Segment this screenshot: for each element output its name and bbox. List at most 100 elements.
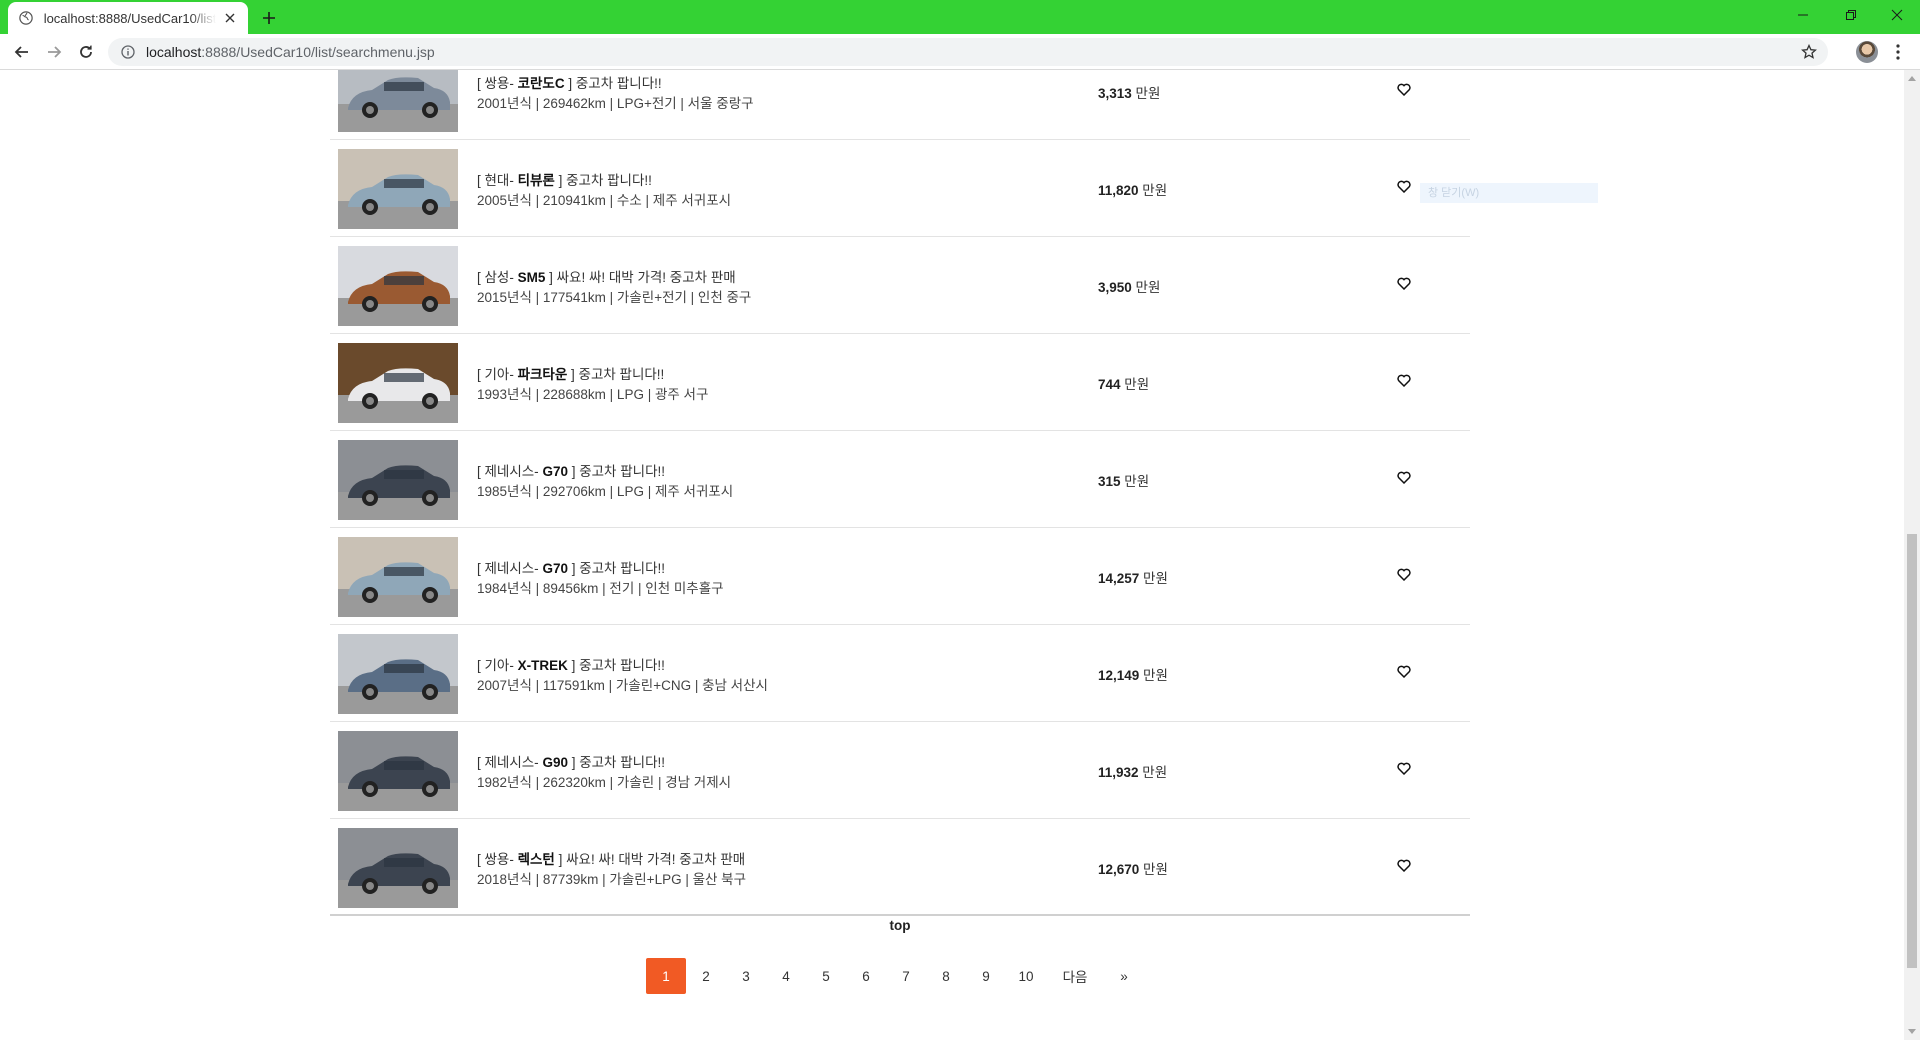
car-brand: [ 제네시스- xyxy=(477,464,543,479)
car-title-suffix: ] 싸요! 싸! 대박 가격! 중고차 판매 xyxy=(545,270,736,285)
car-title[interactable]: [ 제네시스- G90 ] 중고차 팝니다!! xyxy=(477,753,731,773)
car-brand: [ 삼성- xyxy=(477,270,518,285)
car-spec: 2005년식 | 210941km | 수소 | 제주 서귀포시 xyxy=(477,193,732,208)
car-thumbnail[interactable] xyxy=(338,70,458,132)
top-link[interactable]: top xyxy=(875,918,925,933)
car-info: [ 제네시스- G70 ] 중고차 팝니다!! 1984년식 | 89456km … xyxy=(477,559,724,599)
restore-window-button[interactable] xyxy=(1828,0,1874,30)
car-row[interactable]: [ 기아- 파크타운 ] 중고차 팝니다!! 1993년식 | 228688km … xyxy=(330,335,1470,431)
heart-icon[interactable] xyxy=(1396,372,1412,388)
page-link-8[interactable]: 8 xyxy=(926,958,966,994)
car-row[interactable]: [ 기아- X-TREK ] 중고차 팝니다!! 2007년식 | 117591k… xyxy=(330,626,1470,722)
browser-menu-icon[interactable] xyxy=(1890,40,1906,64)
scroll-down-arrow-icon[interactable] xyxy=(1904,1024,1920,1040)
car-thumbnail[interactable] xyxy=(338,537,458,617)
next-page-link[interactable]: 다음 xyxy=(1046,958,1104,994)
url-path: :8888/UsedCar10/list/searchmenu.jsp xyxy=(201,44,435,60)
car-price: 3,950 만원 xyxy=(1098,276,1160,296)
page-link-9[interactable]: 9 xyxy=(966,958,1006,994)
page-link-7[interactable]: 7 xyxy=(886,958,926,994)
page-link-5[interactable]: 5 xyxy=(806,958,846,994)
car-title-suffix: ] 중고차 팝니다!! xyxy=(567,561,665,576)
car-title[interactable]: [ 제네시스- G70 ] 중고차 팝니다!! xyxy=(477,559,724,579)
heart-icon[interactable] xyxy=(1396,760,1412,776)
close-window-button[interactable] xyxy=(1874,0,1920,30)
car-title[interactable]: [ 제네시스- G70 ] 중고차 팝니다!! xyxy=(477,462,733,482)
car-thumbnail[interactable] xyxy=(338,149,458,229)
heart-icon[interactable] xyxy=(1396,663,1412,679)
car-thumbnail[interactable] xyxy=(338,343,458,423)
page-link-6[interactable]: 6 xyxy=(846,958,886,994)
car-title-suffix: ] 싸요! 싸! 대박 가격! 중고차 판매 xyxy=(554,852,746,867)
page-link-3[interactable]: 3 xyxy=(726,958,766,994)
last-page-link[interactable]: » xyxy=(1104,958,1144,994)
price-value: 12,149 xyxy=(1098,668,1140,683)
price-value: 3,950 xyxy=(1098,280,1132,295)
car-price: 744 만원 xyxy=(1098,373,1149,393)
car-model: SM5 xyxy=(517,270,546,285)
page-scrollbar[interactable] xyxy=(1904,70,1920,1040)
heart-icon[interactable] xyxy=(1396,81,1412,97)
car-info: [ 삼성- SM5 ] 싸요! 싸! 대박 가격! 중고차 판매 2015년식 |… xyxy=(477,268,751,308)
pagination: 1 2 3 4 5 6 7 8 9 10 다음» xyxy=(646,958,1144,994)
scrollbar-thumb[interactable] xyxy=(1907,534,1917,968)
car-model: 코란도C xyxy=(517,76,565,91)
car-thumbnail[interactable] xyxy=(338,440,458,520)
car-row[interactable]: [ 제네시스- G70 ] 중고차 팝니다!! 1985년식 | 292706km… xyxy=(330,432,1470,528)
url-text[interactable]: localhost:8888/UsedCar10/list/searchmenu… xyxy=(146,44,435,60)
car-spec: 2018년식 | 87739km | 가솔린+LPG | 울산 북구 xyxy=(477,872,747,887)
page-link-2[interactable]: 2 xyxy=(686,958,726,994)
price-value: 744 xyxy=(1098,377,1121,392)
price-value: 3,313 xyxy=(1098,86,1132,101)
car-thumbnail[interactable] xyxy=(338,731,458,811)
bookmark-star-icon[interactable] xyxy=(1800,43,1818,61)
heart-icon[interactable] xyxy=(1396,178,1412,194)
scroll-up-arrow-icon[interactable] xyxy=(1904,70,1920,86)
car-brand: [ 기아- xyxy=(477,367,518,382)
browser-tab[interactable]: localhost:8888/UsedCar10/list/searchmenu… xyxy=(8,2,248,34)
car-thumbnail[interactable] xyxy=(338,634,458,714)
heart-icon[interactable] xyxy=(1396,857,1412,873)
car-title[interactable]: [ 기아- X-TREK ] 중고차 팝니다!! xyxy=(477,656,768,676)
car-title[interactable]: [ 기아- 파크타운 ] 중고차 팝니다!! xyxy=(477,365,708,385)
address-bar[interactable]: localhost:8888/UsedCar10/list/searchmenu… xyxy=(108,38,1828,66)
info-icon[interactable] xyxy=(120,44,136,60)
car-row[interactable]: [ 제네시스- G90 ] 중고차 팝니다!! 1982년식 | 262320km… xyxy=(330,723,1470,819)
profile-avatar[interactable] xyxy=(1856,41,1878,63)
car-price: 14,257 만원 xyxy=(1098,567,1168,587)
car-title[interactable]: [ 쌍용- 코란도C ] 중고차 팝니다!! xyxy=(477,74,754,94)
forward-arrow-icon[interactable] xyxy=(42,40,66,64)
page-link-10[interactable]: 10 xyxy=(1006,958,1046,994)
close-tab-icon[interactable] xyxy=(222,10,238,26)
car-model: 렉스턴 xyxy=(517,852,555,867)
page-link-1[interactable]: 1 xyxy=(646,958,686,994)
car-spec: 1982년식 | 262320km | 가솔린 | 경남 거제시 xyxy=(477,775,732,790)
car-title[interactable]: [ 현대- 티뷰론 ] 중고차 팝니다!! xyxy=(477,171,731,191)
car-thumbnail[interactable] xyxy=(338,246,458,326)
reload-icon[interactable] xyxy=(74,40,98,64)
car-row[interactable]: [ 쌍용- 렉스턴 ] 싸요! 싸! 대박 가격! 중고차 판매 2018년식 |… xyxy=(330,820,1470,916)
page-link-4[interactable]: 4 xyxy=(766,958,806,994)
car-row[interactable]: [ 현대- 티뷰론 ] 중고차 팝니다!! 2005년식 | 210941km |… xyxy=(330,141,1470,237)
car-title[interactable]: [ 삼성- SM5 ] 싸요! 싸! 대박 가격! 중고차 판매 xyxy=(477,268,751,288)
heart-icon[interactable] xyxy=(1396,469,1412,485)
car-price: 11,932 만원 xyxy=(1098,761,1167,781)
car-title-suffix: ] 중고차 팝니다!! xyxy=(567,464,665,479)
car-title[interactable]: [ 쌍용- 렉스턴 ] 싸요! 싸! 대박 가격! 중고차 판매 xyxy=(477,850,746,870)
minimize-window-button[interactable] xyxy=(1780,0,1826,30)
heart-icon[interactable] xyxy=(1396,275,1412,291)
car-title-suffix: ] 중고차 팝니다!! xyxy=(554,173,652,188)
new-tab-button[interactable] xyxy=(258,7,280,29)
car-row[interactable]: [ 제네시스- G70 ] 중고차 팝니다!! 1984년식 | 89456km … xyxy=(330,529,1470,625)
car-title-suffix: ] 중고차 팝니다!! xyxy=(567,658,665,673)
car-row[interactable]: [ 쌍용- 코란도C ] 중고차 팝니다!! 2001년식 | 269462km … xyxy=(330,70,1470,140)
car-spec: 2007년식 | 117591km | 가솔린+CNG | 충남 서산시 xyxy=(477,678,768,693)
price-value: 11,820 xyxy=(1098,183,1139,198)
browser-tab-strip: localhost:8888/UsedCar10/list/searchmenu… xyxy=(0,0,1920,34)
back-arrow-icon[interactable] xyxy=(10,40,34,64)
heart-icon[interactable] xyxy=(1396,566,1412,582)
globe-icon xyxy=(18,10,34,26)
car-row[interactable]: [ 삼성- SM5 ] 싸요! 싸! 대박 가격! 중고차 판매 2015년식 |… xyxy=(330,238,1470,334)
price-value: 11,932 xyxy=(1098,765,1139,780)
car-thumbnail[interactable] xyxy=(338,828,458,908)
